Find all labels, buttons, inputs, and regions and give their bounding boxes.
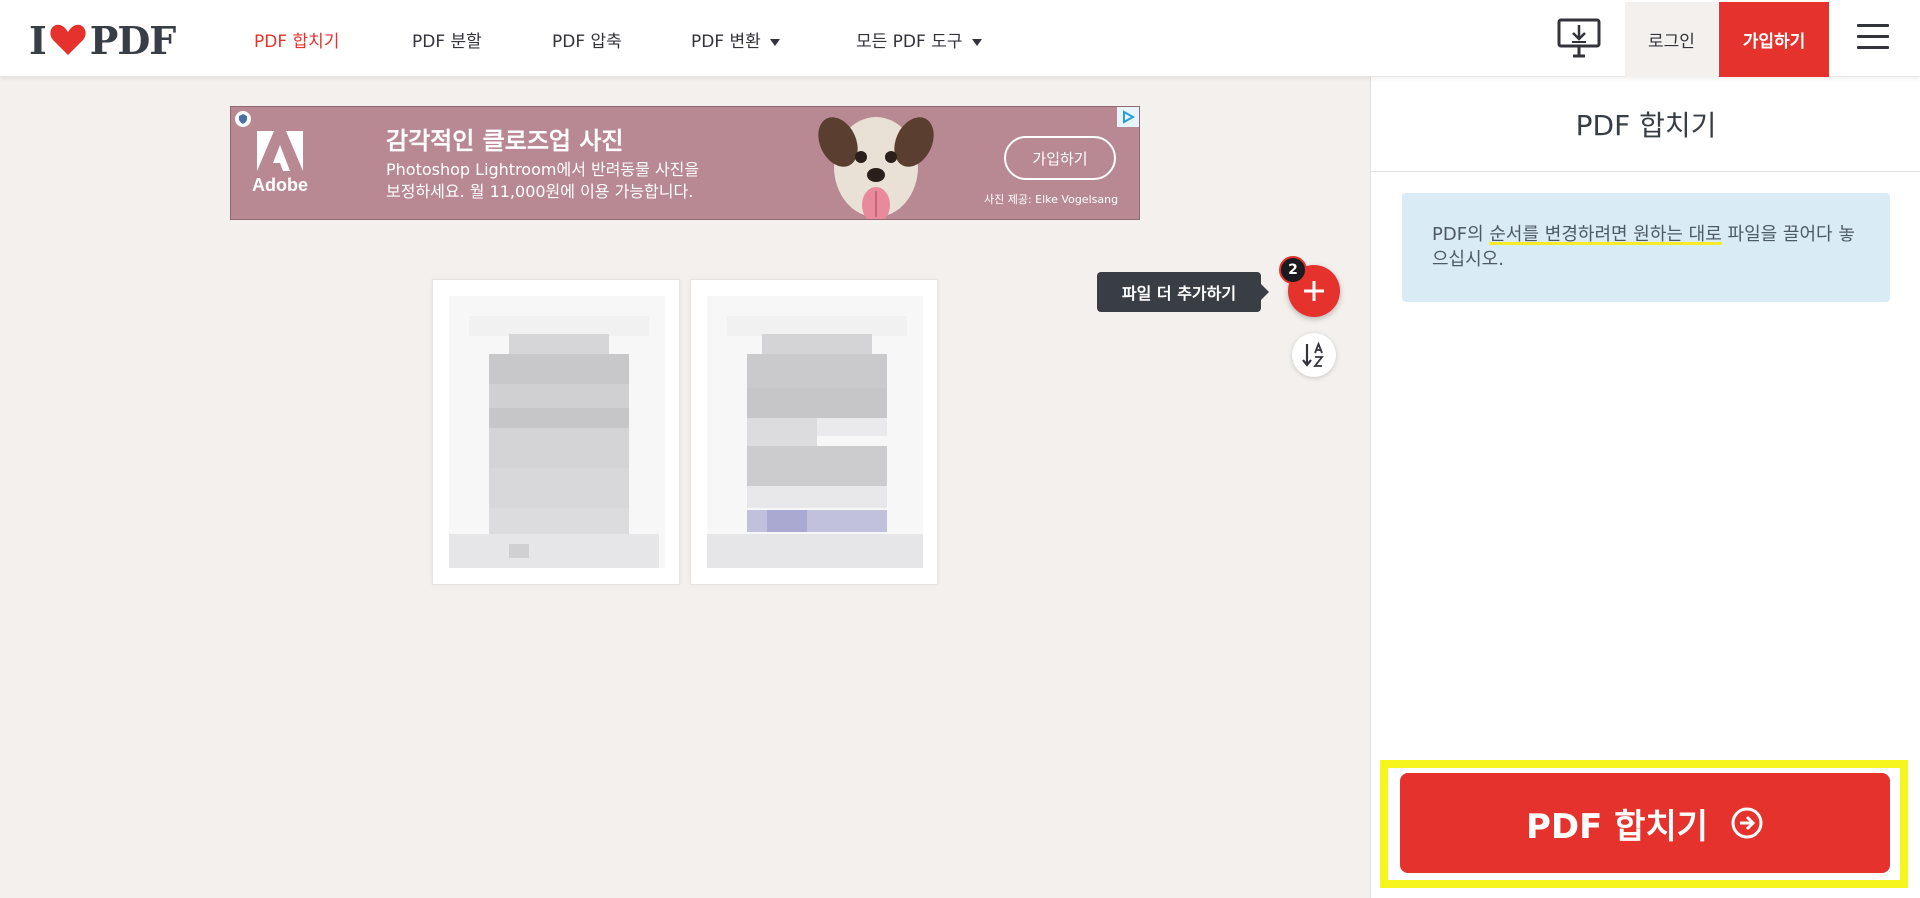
desktop-download-icon — [1557, 18, 1601, 58]
logo-text-pdf: PDF — [89, 17, 177, 63]
file-card[interactable] — [432, 279, 680, 585]
nav-convert-pdf-label: PDF 변환 — [691, 32, 761, 52]
logo-text-i: I — [29, 17, 47, 63]
desktop-app-button[interactable] — [1555, 15, 1603, 61]
file-thumbnail-1 — [449, 296, 665, 568]
add-files-tooltip: 파일 더 추가하기 — [1097, 272, 1269, 312]
nav-merge-pdf-label: PDF 합치기 — [254, 32, 340, 52]
signup-label: 가입하기 — [1742, 32, 1806, 52]
adobe-logo: Adobe — [252, 131, 308, 201]
ad-photo-credit: 사진 제공: Elke Vogelsang — [984, 193, 1119, 206]
ad-dog-image — [818, 117, 934, 219]
ad-body: Photoshop Lightroom에서 반려동물 사진을 보정하세요. 월 … — [386, 159, 786, 203]
sort-az-icon — [1302, 341, 1324, 367]
sidebar-title: PDF 합치기 — [1371, 77, 1920, 172]
nav-all-pdf-tools[interactable]: 모든 PDF 도구 — [856, 27, 982, 52]
sort-files-button[interactable] — [1292, 333, 1336, 377]
ad-body-line-1: Photoshop Lightroom에서 반려동물 사진을 — [386, 160, 700, 179]
hamburger-menu-icon[interactable] — [1857, 24, 1889, 52]
login-button[interactable]: 로그인 — [1625, 2, 1718, 77]
info-text-highlight: 순서를 변경하려면 원하는 대로 — [1489, 224, 1722, 245]
nav-merge-pdf[interactable]: PDF 합치기 — [254, 27, 339, 52]
add-files-tooltip-label: 파일 더 추가하기 — [1121, 284, 1237, 303]
login-label: 로그인 — [1648, 32, 1695, 52]
adobe-icon — [257, 131, 303, 171]
arrow-right-circle-icon — [1731, 807, 1763, 839]
nav-compress-pdf-label: PDF 압축 — [552, 32, 622, 52]
ilovepdf-logo[interactable]: I PDF — [29, 17, 177, 63]
chevron-down-icon — [770, 38, 781, 46]
plus-icon — [1304, 281, 1324, 301]
ad-privacy-icon[interactable] — [235, 111, 251, 127]
ad-banner[interactable]: Adobe 감각적인 클로즈업 사진 Photoshop Lightroom에서… — [230, 106, 1140, 220]
nav-split-pdf[interactable]: PDF 분할 — [412, 27, 482, 52]
nav-compress-pdf[interactable]: PDF 압축 — [552, 27, 622, 52]
top-header: I PDF PDF 합치기 PDF 분할 PDF 압축 PDF 변환 모든 PD… — [0, 0, 1920, 77]
ad-body-line-2: 보정하세요. 월 11,000원에 이용 가능합니다. — [386, 182, 694, 201]
nav-convert-pdf[interactable]: PDF 변환 — [691, 27, 781, 52]
heart-icon — [50, 24, 86, 55]
ad-cta-label: 가입하기 — [1032, 149, 1088, 168]
chevron-down-icon — [971, 38, 982, 46]
file-thumbnail-2 — [707, 296, 923, 568]
ad-cta-button[interactable]: 가입하기 — [1004, 136, 1116, 180]
file-card[interactable] — [690, 279, 938, 585]
nav-split-pdf-label: PDF 분할 — [412, 32, 482, 52]
merge-pdf-button[interactable]: PDF 합치기 — [1400, 773, 1890, 873]
info-text-part-1: PDF의 — [1432, 224, 1490, 245]
file-count-badge: 2 — [1279, 256, 1307, 284]
nav-all-pdf-tools-label: 모든 PDF 도구 — [856, 32, 963, 52]
adchoices-icon[interactable] — [1117, 107, 1139, 127]
ad-headline: 감각적인 클로즈업 사진 — [386, 127, 624, 155]
info-message: PDF의 순서를 변경하려면 원하는 대로 파일을 끌어다 놓으십시오. — [1402, 193, 1890, 302]
signup-button[interactable]: 가입하기 — [1719, 2, 1829, 77]
merge-pdf-button-label: PDF 합치기 — [1525, 806, 1709, 847]
ad-brand: Adobe — [252, 175, 308, 195]
